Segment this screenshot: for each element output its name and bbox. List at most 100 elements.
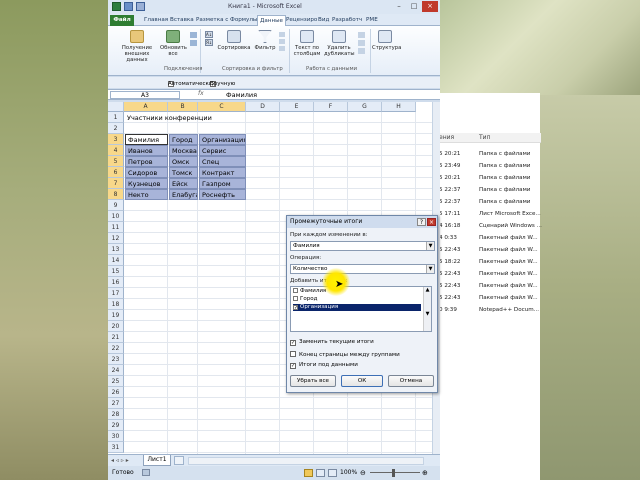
page-break-checkbox[interactable] [290,351,296,357]
explorer-file-row[interactable]: 0 9:39 Notepad++ Docum... [437,307,541,318]
excel-app-icon[interactable] [112,2,121,11]
sort-button[interactable]: Сортировка [216,30,252,51]
row-header[interactable]: 4 [108,145,124,156]
field-checkbox[interactable] [293,288,298,293]
get-external-data-button[interactable]: Получение внешних данных [116,30,158,63]
row-header[interactable]: 30 [108,431,124,442]
row-header[interactable]: 5 [108,156,124,167]
row-header[interactable]: 20 [108,321,124,332]
explorer-file-row[interactable]: 4 0:33 Пакетный файл W... [437,235,541,246]
row-header[interactable]: 27 [108,398,124,409]
remove-all-button[interactable]: Убрать все [290,375,336,387]
field-checkbox[interactable] [293,296,298,301]
text-to-columns-button[interactable]: Текст по столбцам [292,30,322,57]
tab-data[interactable]: Данные [257,15,286,26]
row-header[interactable]: 18 [108,299,124,310]
explorer-file-row[interactable]: 5 22:37 Папка с файлами [437,199,541,210]
row-header[interactable]: 19 [108,310,124,321]
tab-file[interactable]: Файл [110,15,134,26]
explorer-file-row[interactable]: 5 22:43 Пакетный файл W... [437,271,541,282]
table-header-cell[interactable]: Город [169,134,198,145]
row-header[interactable]: 23 [108,354,124,365]
structure-button[interactable]: Структура [372,30,401,51]
sheet-nav-arrows[interactable]: ◂ ◃ ▹ ▸ [111,457,129,464]
explorer-file-row[interactable]: 5 22:37 Папка с файлами [437,187,541,198]
explorer-file-row[interactable]: 5 20:21 Папка с файлами [437,175,541,186]
sheet-title-cell[interactable]: Участники конференции [125,113,265,124]
row-header[interactable]: 22 [108,343,124,354]
formula-input[interactable]: Фамилия [226,91,257,99]
row-header[interactable]: 9 [108,200,124,211]
replace-current-option[interactable]: ✓ Заменить текущие итоги [290,339,374,346]
column-header[interactable]: F [314,102,348,112]
column-header[interactable]: H [382,102,416,112]
row-header[interactable]: 25 [108,376,124,387]
normal-view-icon[interactable] [304,469,313,477]
table-header-cell[interactable]: Организация [199,134,246,145]
explorer-file-row[interactable]: 4 16:18 Сценарий Windows ... [437,223,542,234]
table-cell[interactable]: Некто [125,189,168,200]
table-cell[interactable]: Спец [199,156,246,167]
row-header[interactable]: 7 [108,178,124,189]
row-header[interactable]: 2 [108,123,124,134]
column-header[interactable]: B [168,102,198,112]
table-cell[interactable]: Контракт [199,167,246,178]
table-cell[interactable]: Петров [125,156,168,167]
table-cell[interactable]: Москва [169,145,198,156]
select-all-corner[interactable] [108,102,124,112]
explorer-file-row[interactable]: 5 23:49 Папка с файлами [437,163,541,174]
macro-record-icon[interactable] [142,469,150,476]
sort-az-button[interactable]: A↓ Я↓ [204,30,214,47]
new-sheet-icon[interactable] [174,456,184,465]
page-layout-view-icon[interactable] [316,469,325,477]
table-cell[interactable]: Елабуга [169,189,198,200]
row-header[interactable]: 15 [108,266,124,277]
row-header[interactable]: 16 [108,277,124,288]
ok-button[interactable]: ОК [341,375,383,387]
field-item-surname[interactable]: Фамилия [293,288,421,295]
zoom-level[interactable]: 100% [340,469,357,476]
row-header[interactable]: 21 [108,332,124,343]
table-cell[interactable]: Газпром [199,178,246,189]
field-item-city[interactable]: Город [293,296,421,303]
zoom-out-icon[interactable]: ⊖ [360,469,366,477]
table-cell[interactable]: Томск [169,167,198,178]
minimize-button[interactable]: – [392,1,406,12]
row-header[interactable]: 3 [108,134,124,145]
cancel-button[interactable]: Отмена [388,375,434,387]
table-header-cell[interactable]: Фамилия [125,134,168,145]
tab-formulas[interactable]: Формулы [228,15,259,26]
subtotal-fields-list[interactable]: Фамилия Город ✓ Организация ▲ ▼ [290,286,432,332]
row-header[interactable]: 13 [108,244,124,255]
zoom-slider[interactable] [370,472,420,473]
save-icon[interactable] [124,2,133,11]
field-checkbox-checked[interactable]: ✓ [293,305,298,311]
advanced-filter-buttons[interactable] [278,30,286,53]
row-header[interactable]: 28 [108,409,124,420]
at-each-change-select[interactable]: Фамилия ▼ [290,241,435,251]
explorer-file-row[interactable]: 5 22:43 Пакетный файл W... [437,283,541,294]
column-header[interactable]: A [124,102,168,112]
table-cell[interactable]: Омск [169,156,198,167]
table-cell[interactable]: Кузнецов [125,178,168,189]
column-header[interactable]: C [198,102,246,112]
tab-page-layout[interactable]: Разметка с [194,15,230,26]
connections-mini-buttons[interactable] [188,30,198,48]
replace-current-checkbox[interactable]: ✓ [290,340,296,346]
table-cell[interactable]: Сидоров [125,167,168,178]
explorer-col-type[interactable]: Тип [479,134,491,141]
sheet-tab[interactable]: Лист1 [143,455,171,466]
explorer-file-row[interactable]: 5 17:11 Лист Microsoft Exce... [437,211,541,222]
row-header[interactable]: 31 [108,442,124,453]
undo-icon[interactable] [136,2,145,11]
row-header[interactable]: 10 [108,211,124,222]
fx-icon[interactable]: fx [198,90,204,97]
name-box[interactable]: A3 [110,91,180,99]
row-header[interactable]: 29 [108,420,124,431]
filter-button[interactable]: Фильтр [254,30,276,51]
remove-duplicates-button[interactable]: Удалить дубликаты [324,30,355,57]
explorer-col-date[interactable]: ения [439,134,454,141]
explorer-file-row[interactable]: 5 22:43 Пакетный файл W... [437,295,541,306]
help-button[interactable]: ? [417,218,426,226]
tab-developer[interactable]: Разработч [330,15,364,26]
